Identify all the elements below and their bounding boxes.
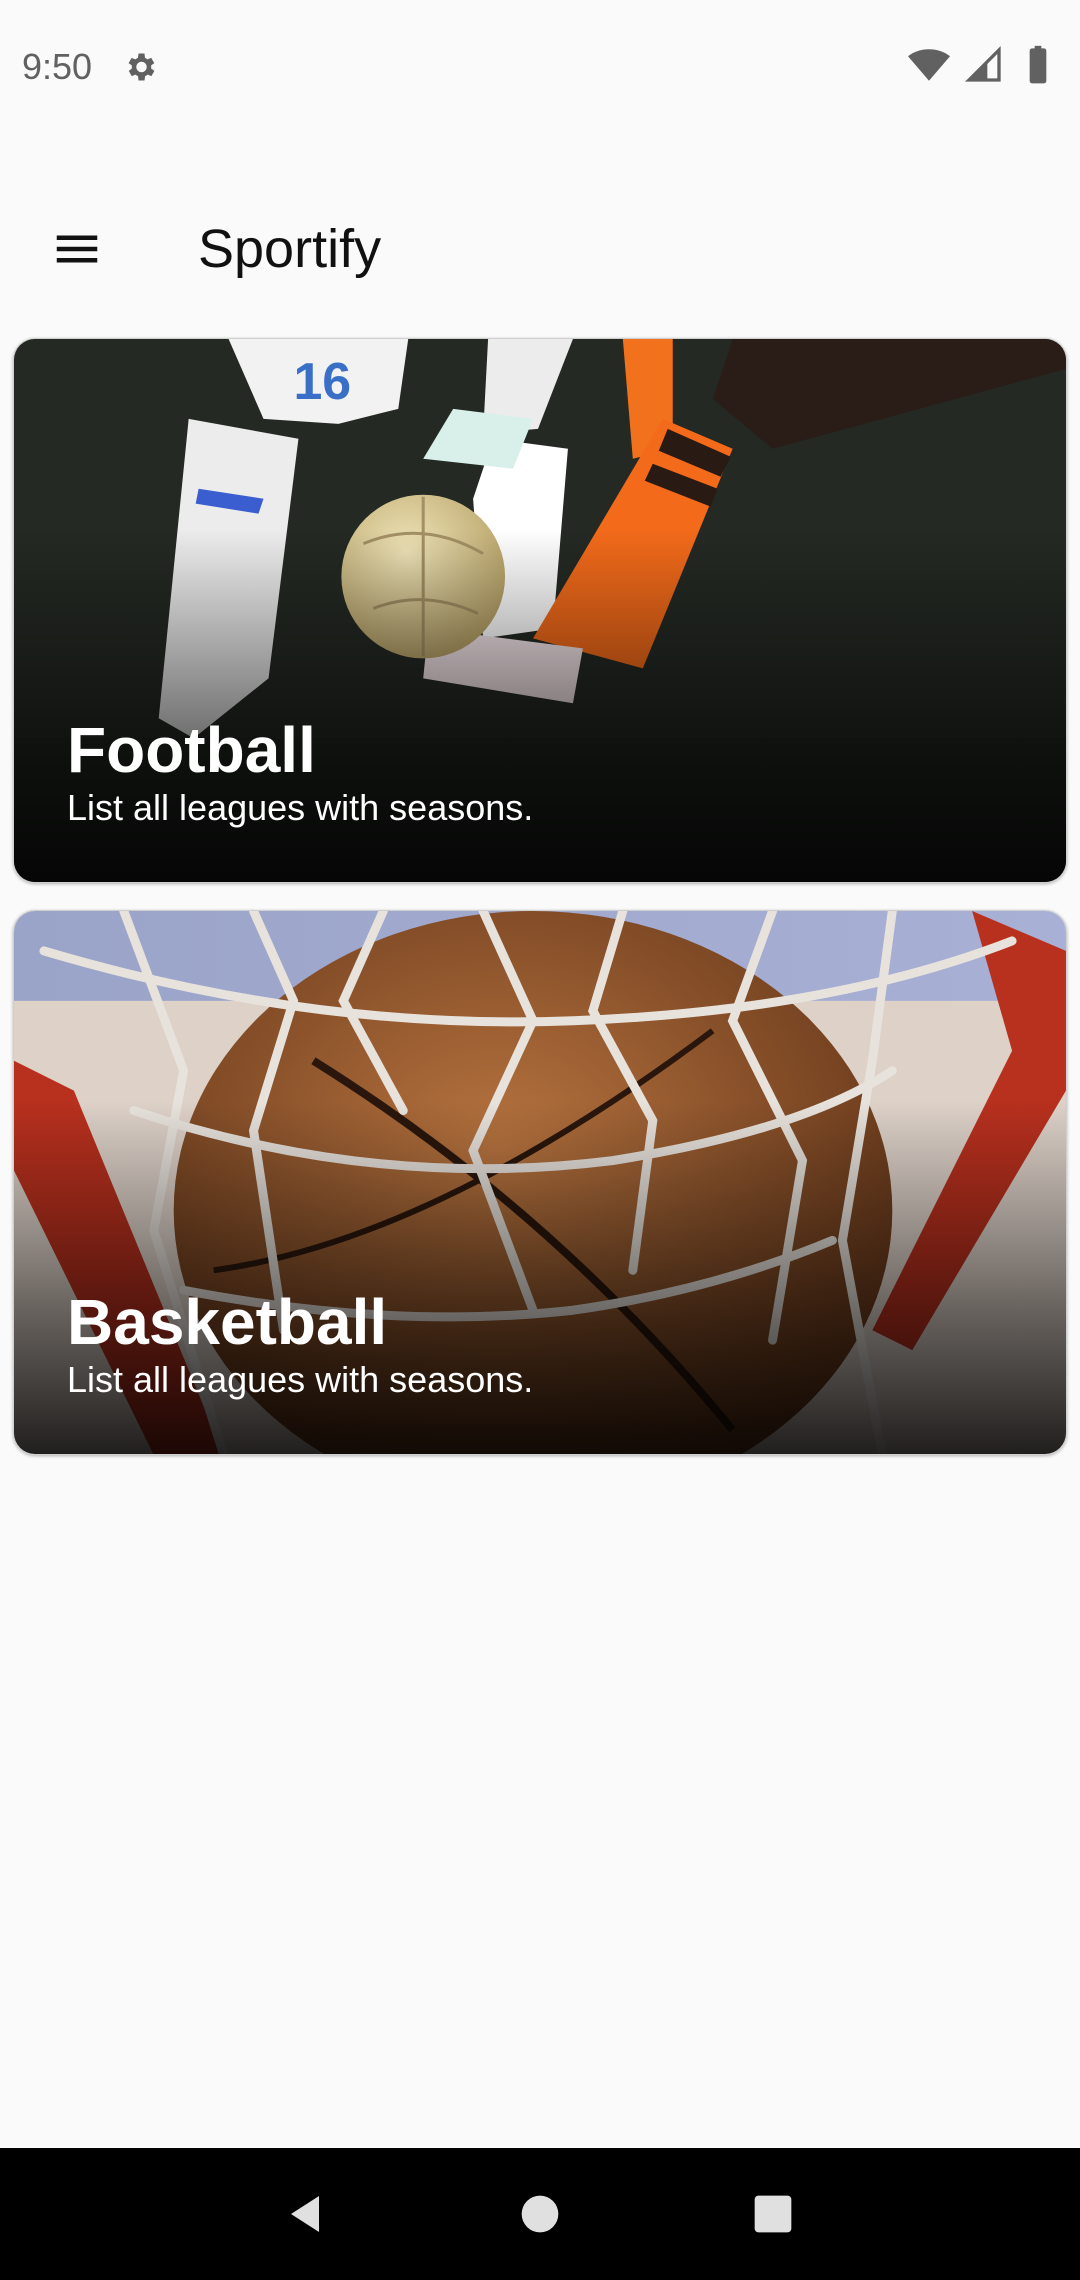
- football-card[interactable]: 16 Football List all leagues with season…: [13, 338, 1067, 883]
- card-subtitle: List all leagues with seasons.: [67, 1359, 534, 1400]
- app-title: Sportify: [198, 219, 382, 279]
- card-title: Basketball: [67, 1286, 388, 1358]
- menu-icon[interactable]: [12, 184, 142, 314]
- back-icon[interactable]: [277, 2184, 337, 2244]
- app-bar: Sportify: [0, 184, 1080, 314]
- home-icon[interactable]: [510, 2184, 570, 2244]
- navigation-bar: [0, 2148, 1080, 2280]
- wifi-icon: [908, 44, 950, 91]
- battery-icon: [1018, 45, 1058, 90]
- status-time: 9:50: [22, 46, 93, 87]
- card-text: Football List all leagues with seasons.: [67, 714, 533, 830]
- card-text: Basketball List all leagues with seasons…: [67, 1286, 533, 1402]
- signal-icon: [964, 45, 1004, 90]
- status-bar: 9:50: [0, 0, 1080, 134]
- gear-icon: [122, 49, 158, 85]
- recents-icon[interactable]: [743, 2184, 803, 2244]
- card-title: Football: [67, 714, 316, 786]
- card-subtitle: List all leagues with seasons.: [67, 787, 534, 828]
- basketball-card[interactable]: Basketball List all leagues with seasons…: [13, 910, 1067, 1455]
